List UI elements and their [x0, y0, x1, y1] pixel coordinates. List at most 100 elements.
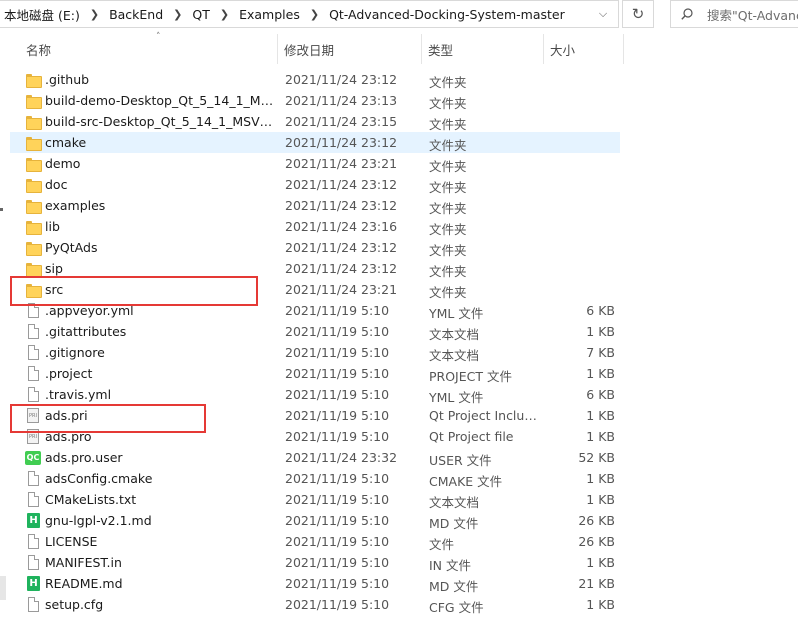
file-row[interactable]: cmake 2021/11/24 23:12 文件夹	[10, 132, 620, 153]
file-icon	[28, 324, 39, 339]
file-date: 2021/11/19 5:10	[285, 555, 390, 570]
column-header-date[interactable]: 修改日期	[278, 34, 422, 64]
file-date: 2021/11/24 23:13	[285, 93, 398, 108]
file-type: 文本文档	[429, 348, 480, 363]
file-row[interactable]: demo 2021/11/24 23:21 文件夹	[10, 153, 620, 174]
file-name: doc	[45, 177, 68, 192]
file-row[interactable]: PyQtAds 2021/11/24 23:12 文件夹	[10, 237, 620, 258]
chevron-right-icon[interactable]: ❯	[310, 8, 319, 21]
search-placeholder[interactable]: 搜索"Qt-Advanced-Docking-System-master"	[707, 5, 798, 24]
refresh-button[interactable]: ↻	[622, 0, 654, 28]
file-name: sip	[45, 261, 63, 276]
file-type: 文件夹	[429, 180, 467, 195]
file-date: 2021/11/19 5:10	[285, 429, 390, 444]
file-date: 2021/11/24 23:21	[285, 282, 398, 297]
folder-icon	[26, 221, 42, 235]
pane-marker	[0, 208, 3, 211]
refresh-icon: ↻	[631, 5, 645, 23]
file-size: 1 KB	[586, 597, 615, 612]
file-name: .github	[45, 72, 90, 87]
file-date: 2021/11/24 23:12	[285, 72, 398, 87]
file-row[interactable]: lib 2021/11/24 23:16 文件夹	[10, 216, 620, 237]
file-size: 1 KB	[586, 555, 615, 570]
breadcrumb-qt[interactable]: QT	[192, 7, 209, 22]
breadcrumb-current-folder[interactable]: Qt-Advanced-Docking-System-master	[329, 7, 565, 22]
file-name: build-src-Desktop_Qt_5_14_1_MSVC2017_64b…	[45, 114, 277, 129]
file-date: 2021/11/19 5:10	[285, 534, 390, 549]
file-type: MD 文件	[429, 579, 479, 594]
file-name: PyQtAds	[45, 240, 98, 255]
file-date: 2021/11/19 5:10	[285, 597, 390, 612]
address-bar[interactable]: 本地磁盘 (E:) ❯ BackEnd ❯ QT ❯ Examples ❯ Qt…	[0, 0, 619, 28]
chevron-down-icon: ⌵	[598, 7, 608, 20]
folder-icon	[26, 200, 42, 214]
file-name: cmake	[45, 135, 87, 150]
file-name: .project	[45, 366, 93, 381]
file-row[interactable]: MANIFEST.in 2021/11/19 5:10 IN 文件 1 KB	[10, 552, 620, 573]
folder-icon	[26, 242, 42, 256]
folder-icon	[26, 179, 42, 193]
file-type: 文件夹	[429, 264, 467, 279]
folder-icon	[26, 116, 42, 130]
file-icon	[28, 492, 39, 507]
qt-creator-icon: QC	[25, 451, 41, 465]
breadcrumb-drive[interactable]: 本地磁盘 (E:)	[4, 5, 80, 24]
chevron-right-icon[interactable]: ❯	[90, 8, 99, 21]
file-type: Qt Project file	[429, 429, 514, 444]
chevron-right-icon[interactable]: ❯	[220, 8, 229, 21]
address-history-dropdown[interactable]: ⌵	[594, 5, 612, 23]
file-row[interactable]: .github 2021/11/24 23:12 文件夹	[10, 69, 620, 90]
pane-scrollbar[interactable]	[0, 576, 6, 600]
file-date: 2021/11/24 23:32	[285, 450, 398, 465]
file-date: 2021/11/19 5:10	[285, 366, 390, 381]
file-row[interactable]: setup.cfg 2021/11/19 5:10 CFG 文件 1 KB	[10, 594, 620, 615]
folder-icon	[26, 263, 42, 277]
column-header-size[interactable]: 大小	[544, 34, 624, 64]
file-row[interactable]: .gitattributes 2021/11/19 5:10 文本文档 1 KB	[10, 321, 620, 342]
file-date: 2021/11/19 5:10	[285, 303, 390, 318]
markdown-file-icon: H	[27, 576, 40, 591]
file-date: 2021/11/19 5:10	[285, 345, 390, 360]
file-row[interactable]: Hgnu-lgpl-v2.1.md 2021/11/19 5:10 MD 文件 26 …	[10, 510, 620, 531]
file-date: 2021/11/19 5:10	[285, 387, 390, 402]
chevron-right-icon[interactable]: ❯	[173, 8, 182, 21]
column-date-label: 修改日期	[284, 42, 335, 58]
file-date: 2021/11/24 23:21	[285, 156, 398, 171]
breadcrumb-backend[interactable]: BackEnd	[109, 7, 163, 22]
file-row[interactable]: build-demo-Desktop_Qt_5_14_1_MSVC2017_64…	[10, 90, 620, 111]
sort-ascending-icon: ˄	[156, 32, 161, 42]
file-row[interactable]: examples 2021/11/24 23:12 文件夹	[10, 195, 620, 216]
file-row[interactable]: adsConfig.cmake 2021/11/19 5:10 CMAKE 文件 1 …	[10, 468, 620, 489]
file-type: CMAKE 文件	[429, 474, 503, 489]
column-header-type[interactable]: 类型	[422, 34, 544, 64]
file-name: .gitignore	[45, 345, 105, 360]
file-type: 文本文档	[429, 327, 480, 342]
file-date: 2021/11/19 5:10	[285, 513, 390, 528]
file-row[interactable]: LICENSE 2021/11/19 5:10 文件 26 KB	[10, 531, 620, 552]
search-box[interactable]: 搜索"Qt-Advanced-Docking-System-master"	[670, 0, 798, 28]
column-header: 名称 ˄ 修改日期 类型 大小	[10, 32, 798, 64]
file-size: 26 KB	[578, 534, 615, 549]
file-row[interactable]: .travis.yml 2021/11/19 5:10 YML 文件 6 KB	[10, 384, 620, 405]
column-header-name[interactable]: 名称 ˄	[20, 32, 278, 64]
file-type: 文件夹	[429, 159, 467, 174]
file-row[interactable]: H README.md 2021/11/19 5:10 MD 文件 21 KB	[10, 573, 620, 594]
file-type: Qt Project Include File	[429, 408, 544, 423]
file-type: 文件夹	[429, 117, 467, 132]
file-size: 6 KB	[586, 303, 615, 318]
file-type: CFG 文件	[429, 600, 484, 615]
file-type: 文件	[429, 537, 455, 552]
file-row[interactable]: .project 2021/11/19 5:10 PROJECT 文件 1 KB	[10, 363, 620, 384]
file-size: 1 KB	[586, 429, 615, 444]
file-row[interactable]: doc 2021/11/24 23:12 文件夹	[10, 174, 620, 195]
file-name: demo	[45, 156, 81, 171]
file-row[interactable]: .gitignore 2021/11/19 5:10 文本文档 7 KB	[10, 342, 620, 363]
file-date: 2021/11/24 23:15	[285, 114, 398, 129]
file-row[interactable]: CMakeLists.txt 2021/11/19 5:10 文本文档 1 KB	[10, 489, 620, 510]
file-icon	[28, 534, 39, 549]
breadcrumb-examples[interactable]: Examples	[239, 7, 300, 22]
file-row[interactable]: build-src-Desktop_Qt_5_14_1_MSVC2017_64b…	[10, 111, 620, 132]
file-row[interactable]: QC ads.pro.user 2021/11/24 23:32 USER 文件 52 …	[10, 447, 620, 468]
file-icon	[28, 345, 39, 360]
folder-icon	[26, 158, 42, 172]
